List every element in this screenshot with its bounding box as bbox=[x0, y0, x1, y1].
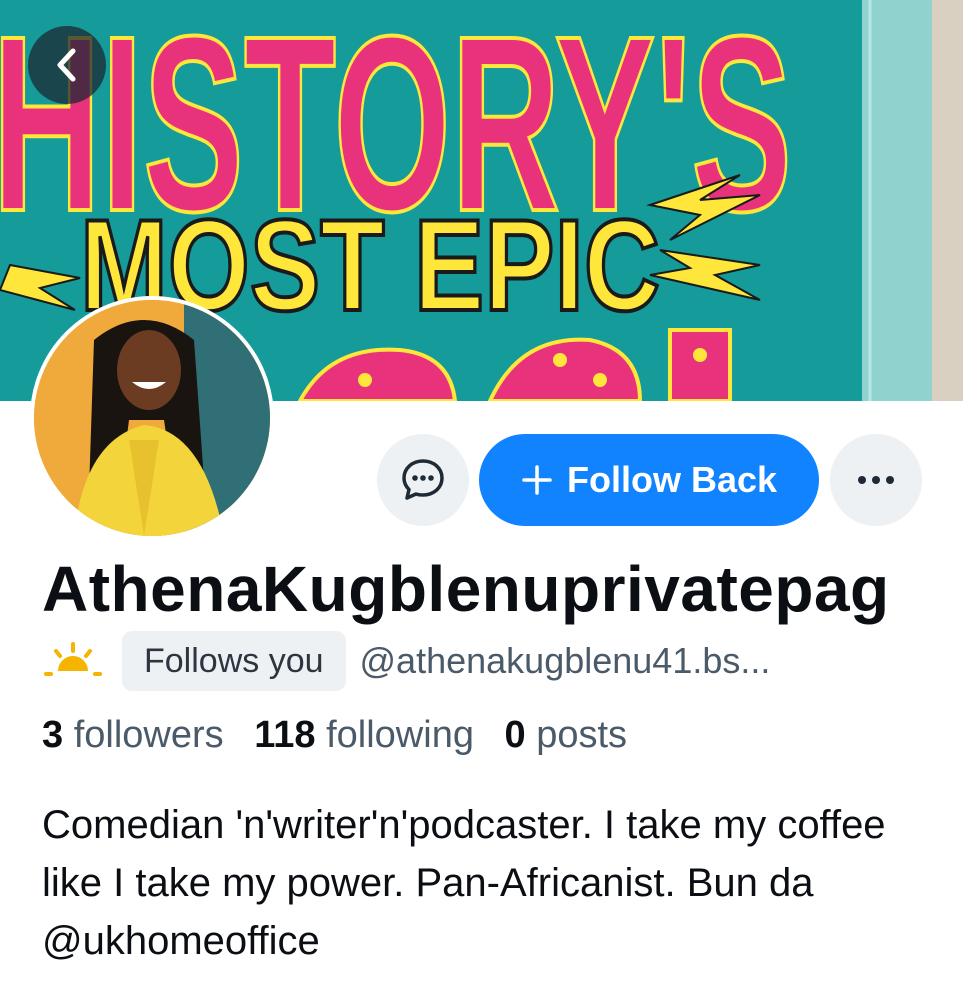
message-button[interactable] bbox=[377, 434, 469, 526]
ellipsis-icon bbox=[858, 476, 894, 484]
profile-stats: 3 followers 118 following 0 posts bbox=[42, 714, 647, 757]
followers-count: 3 bbox=[42, 714, 64, 756]
more-options-button[interactable] bbox=[830, 434, 922, 526]
marquee-letter-shape bbox=[668, 328, 732, 401]
chat-bubble-icon bbox=[402, 459, 444, 500]
followers-label: followers bbox=[73, 714, 224, 756]
following-label: following bbox=[326, 714, 474, 756]
posts-count: 0 bbox=[504, 714, 526, 756]
plus-icon bbox=[522, 465, 552, 495]
profile-bio: Comedian 'n'writer'n'podcaster. I take m… bbox=[42, 803, 886, 963]
follow-back-button[interactable]: Follow Back bbox=[479, 434, 819, 526]
posts-stat: 0 posts bbox=[505, 714, 648, 756]
posts-label: posts bbox=[536, 714, 628, 756]
following-link[interactable]: 118 following bbox=[254, 714, 504, 756]
avatar[interactable] bbox=[30, 296, 274, 540]
handle[interactable]: @athenakugblenu41.bs... bbox=[360, 640, 771, 682]
follows-you-badge: Follows you bbox=[122, 631, 346, 691]
following-count: 118 bbox=[254, 714, 316, 756]
avatar-image bbox=[34, 300, 270, 536]
back-button[interactable] bbox=[28, 26, 106, 104]
sun-icon bbox=[44, 642, 102, 676]
followers-link[interactable]: 3 followers bbox=[42, 714, 254, 756]
display-name: AthenaKugblenuprivatepag bbox=[42, 553, 890, 625]
handle-row: Follows you @athenakugblenu41.bs... bbox=[42, 630, 770, 692]
chevron-left-icon bbox=[57, 48, 76, 82]
follow-back-label: Follow Back bbox=[566, 459, 778, 500]
